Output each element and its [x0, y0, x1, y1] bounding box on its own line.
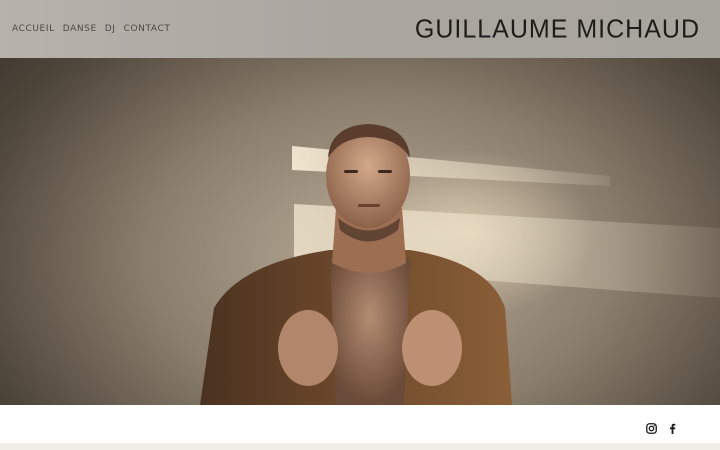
social-links	[646, 419, 678, 434]
main-nav: ACCUEIL DANSE DJ CONTACT	[12, 24, 170, 34]
nav-item-contact[interactable]: CONTACT	[124, 24, 171, 34]
portrait-photo	[200, 124, 720, 405]
nav-item-accueil[interactable]: ACCUEIL	[12, 24, 55, 34]
chest	[330, 258, 410, 405]
hero-image	[0, 58, 720, 405]
facebook-icon[interactable]	[667, 419, 678, 434]
nav-item-danse[interactable]: DANSE	[63, 24, 97, 34]
site-header: ACCUEIL DANSE DJ CONTACT GUILLAUME MICHA…	[0, 0, 720, 58]
nav-item-dj[interactable]: DJ	[105, 24, 116, 34]
left-hand	[278, 310, 338, 386]
instagram-icon[interactable]	[646, 419, 657, 434]
site-logo[interactable]: GUILLAUME MICHAUD	[415, 14, 700, 44]
right-hand	[402, 310, 462, 386]
footer-bar	[0, 405, 720, 445]
bottom-strip	[0, 443, 720, 450]
